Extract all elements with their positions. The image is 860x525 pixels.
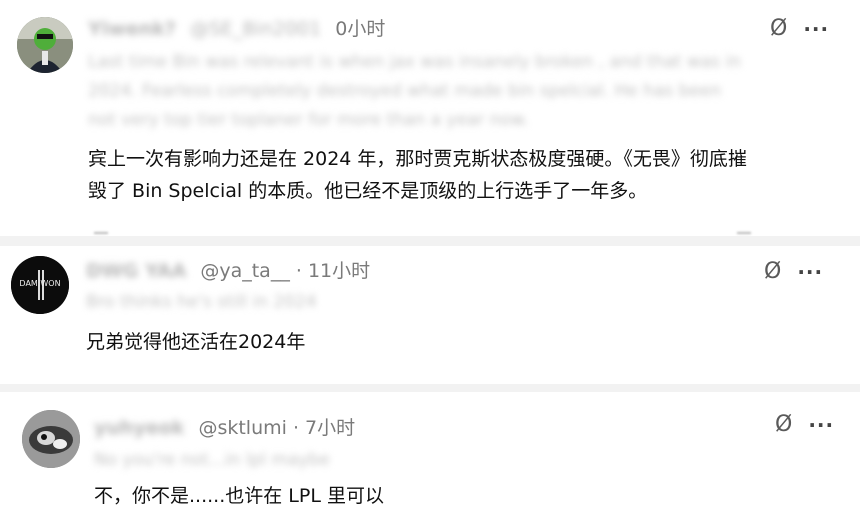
- translation-line-1: 不，你不是......也许在 LPL 里可以: [94, 485, 384, 507]
- action-bar-hint: [737, 232, 751, 234]
- blurred-display-name: yuhyeok: [94, 417, 185, 439]
- blurred-display-name: DWG YAA: [86, 260, 187, 282]
- blurred-original-line-2: 2024. Fearless completely destroyed what…: [88, 81, 722, 101]
- mute-icon[interactable]: Ø: [775, 412, 792, 437]
- blurred-handle: @SE_Bin2001: [189, 18, 322, 40]
- blurred-original-line-1: No you're not...in lpl maybe: [94, 450, 330, 470]
- post-time: 0小时: [335, 18, 386, 40]
- more-icon[interactable]: ···: [797, 260, 823, 284]
- post-header: Yiwenk? @SE_Bin2001 0小时: [88, 18, 385, 40]
- post-actions: Ø ···: [764, 259, 823, 284]
- separator: [0, 236, 860, 246]
- more-icon[interactable]: ···: [803, 17, 829, 41]
- action-bar-hint: [94, 232, 108, 234]
- post-handle[interactable]: @ya_ta__: [200, 260, 289, 282]
- post-time: · 7小时: [292, 417, 356, 439]
- post-actions: Ø ···: [775, 412, 834, 437]
- separator: [0, 384, 860, 392]
- avatar[interactable]: [17, 17, 73, 73]
- avatar[interactable]: [22, 410, 80, 468]
- post-1: Yiwenk? @SE_Bin2001 0小时 Ø ··· Last time …: [0, 0, 860, 236]
- translation-line-1: 宾上一次有影响力还是在 2024 年，那时贾克斯状态极度强硬。《无畏》彻底摧: [88, 148, 747, 170]
- blurred-original-line-3: not very top tier toplaner for more than…: [88, 110, 529, 130]
- post-actions: Ø ···: [770, 16, 829, 41]
- blurred-original-line-1: Bro thinks he's still in 2024: [86, 292, 317, 312]
- post-header: yuhyeok @sktlumi · 7小时: [94, 417, 355, 439]
- avatar-image: [17, 17, 73, 73]
- translation-line-2: 毁了 Bin Spelcial 的本质。他已经不是顶级的上行选手了一年多。: [88, 180, 648, 202]
- avatar-logo-text: DAM WON: [19, 279, 61, 288]
- blurred-original-line-1: Last time Bin was relevant is when jax w…: [88, 52, 741, 72]
- translation-line-1: 兄弟觉得他还活在2024年: [86, 331, 306, 353]
- avatar[interactable]: DAM WON: [11, 256, 69, 314]
- mute-icon[interactable]: Ø: [770, 16, 787, 41]
- post-handle[interactable]: @sktlumi: [198, 417, 286, 439]
- post-time: · 11小时: [295, 260, 371, 282]
- mute-icon[interactable]: Ø: [764, 259, 781, 284]
- post-3: yuhyeok @sktlumi · 7小时 Ø ··· No you're n…: [0, 392, 860, 525]
- post-2: DAM WON DWG YAA @ya_ta__ · 11小时 Ø ··· Br…: [0, 246, 860, 384]
- more-icon[interactable]: ···: [808, 413, 834, 437]
- post-header: DWG YAA @ya_ta__ · 11小时: [86, 260, 370, 282]
- blurred-display-name: Yiwenk?: [88, 18, 176, 40]
- avatar-image: [22, 410, 80, 468]
